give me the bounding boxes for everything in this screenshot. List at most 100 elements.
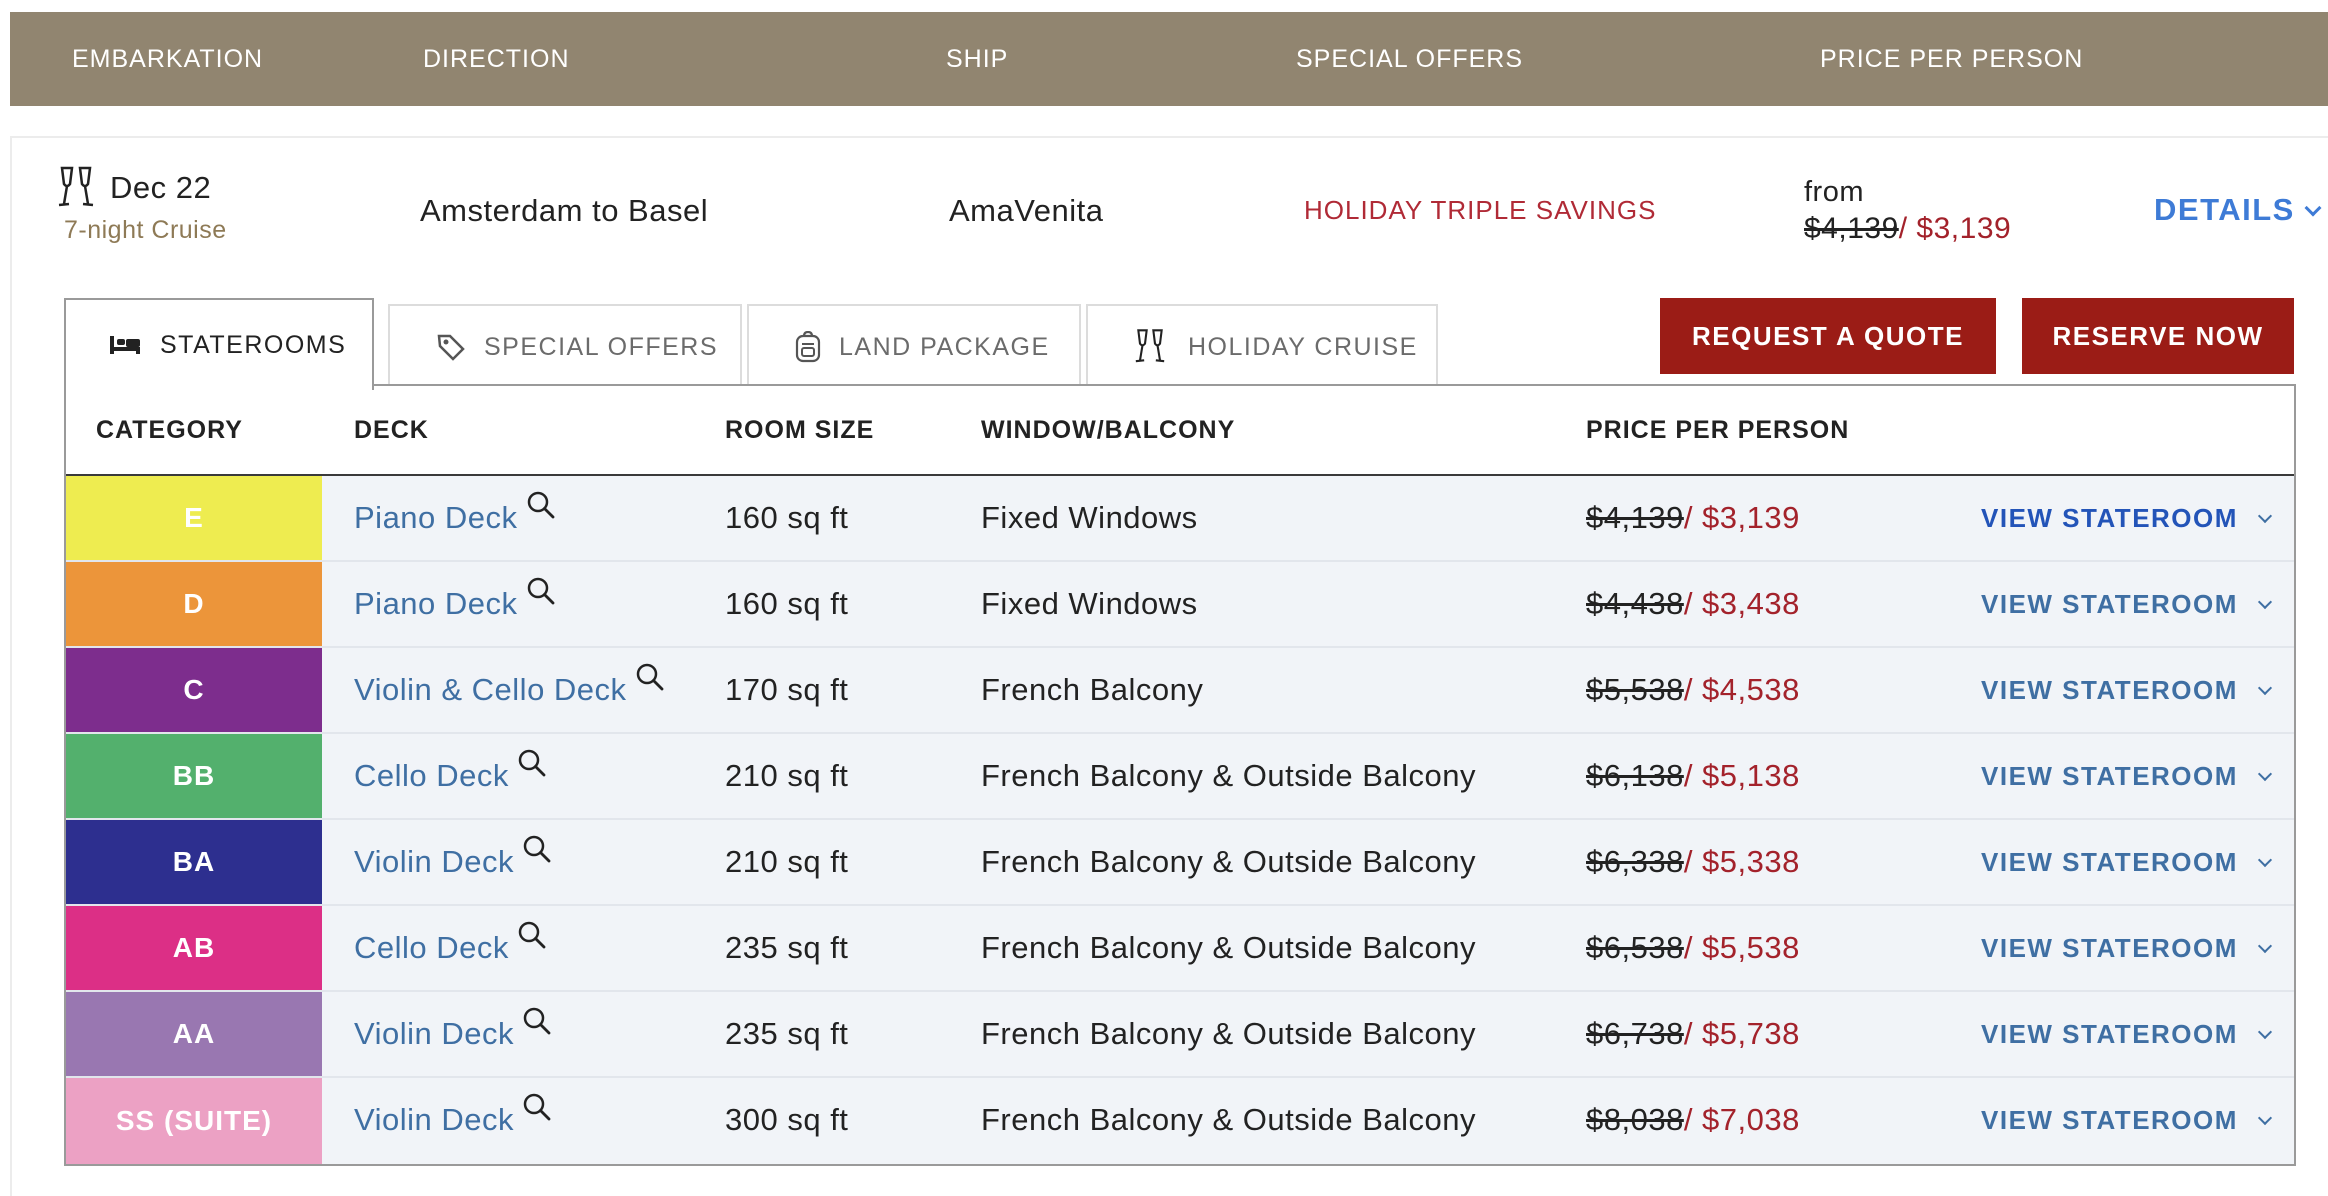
deck-name: Piano Deck: [354, 586, 518, 621]
col-category: CATEGORY: [96, 416, 243, 444]
search-icon[interactable]: [517, 920, 547, 950]
price-cell: $6,138/ $5,138: [1586, 734, 1800, 818]
window-balcony: French Balcony & Outside Balcony: [981, 758, 1477, 793]
search-icon[interactable]: [526, 576, 556, 606]
champagne-glasses-icon: [1135, 329, 1165, 363]
tab-holiday-cruise[interactable]: HOLIDAY CRUISE: [1086, 304, 1438, 388]
room-size: 235 sq ft: [725, 1016, 849, 1051]
price-old: $4,139: [1586, 500, 1684, 535]
chevron-down-icon: [2257, 680, 2272, 696]
search-icon[interactable]: [526, 490, 556, 520]
table-row: AB Cello Deck 235 sq ft French Balcony &…: [66, 906, 2294, 992]
window-balcony: French Balcony & Outside Balcony: [981, 930, 1477, 965]
category-cell: E: [66, 476, 322, 560]
search-icon[interactable]: [635, 662, 665, 692]
tab-label: LAND PACKAGE: [839, 332, 1050, 361]
col-room-size: ROOM SIZE: [725, 416, 875, 444]
deck-link[interactable]: Violin Deck: [354, 820, 552, 904]
category-cell: SS (SUITE): [66, 1078, 322, 1164]
price-old: $4,438: [1586, 586, 1684, 621]
search-icon[interactable]: [522, 834, 552, 864]
header-price-per-person[interactable]: PRICE PER PERSON: [1820, 12, 2083, 106]
tab-land-package[interactable]: LAND PACKAGE: [747, 304, 1081, 388]
view-stateroom-button[interactable]: VIEW STATEROOM: [1981, 820, 2272, 904]
price-cell: $6,738/ $5,738: [1586, 992, 1800, 1076]
deck-link[interactable]: Violin & Cello Deck: [354, 648, 665, 732]
view-stateroom-button[interactable]: VIEW STATEROOM: [1981, 1078, 2272, 1162]
window-balcony: French Balcony & Outside Balcony: [981, 1102, 1477, 1137]
table-row: C Violin & Cello Deck 170 sq ft French B…: [66, 648, 2294, 734]
deck-name: Violin Deck: [354, 1102, 515, 1137]
deck-link[interactable]: Piano Deck: [354, 562, 556, 646]
cruise-ship: AmaVenita: [949, 193, 1104, 228]
price-old: $4,139: [1804, 212, 1899, 245]
price-new: / $4,538: [1683, 672, 1800, 707]
price-new: / $3,139: [1898, 212, 2012, 245]
table-row: AA Violin Deck 235 sq ft French Balcony …: [66, 992, 2294, 1078]
tab-label: STATEROOMS: [160, 330, 347, 359]
category-cell: BB: [66, 734, 322, 818]
view-stateroom-label: VIEW STATEROOM: [1981, 1105, 2238, 1135]
price-cell: $8,038/ $7,038: [1586, 1078, 1800, 1162]
deck-name: Violin Deck: [354, 844, 515, 879]
search-icon[interactable]: [522, 1092, 552, 1122]
chevron-down-icon: [2257, 594, 2272, 610]
request-quote-button[interactable]: REQUEST A QUOTE: [1660, 298, 1996, 374]
tab-special-offers[interactable]: SPECIAL OFFERS: [388, 304, 742, 388]
view-stateroom-button[interactable]: VIEW STATEROOM: [1981, 734, 2272, 818]
room-size: 300 sq ft: [725, 1102, 849, 1137]
price-new: / $3,438: [1683, 586, 1800, 621]
view-stateroom-label: VIEW STATEROOM: [1981, 761, 2238, 791]
table-body: E Piano Deck 160 sq ft Fixed Windows $4,…: [66, 476, 2294, 1164]
price-cell: $6,538/ $5,538: [1586, 906, 1800, 990]
price-new: / $7,038: [1683, 1102, 1800, 1137]
header-ship[interactable]: SHIP: [946, 12, 1008, 106]
view-stateroom-label: VIEW STATEROOM: [1981, 933, 2238, 963]
tag-icon: [437, 334, 465, 361]
price-new: / $5,338: [1683, 844, 1800, 879]
room-size: 170 sq ft: [725, 672, 849, 707]
price-old: $6,538: [1586, 930, 1684, 965]
price-old: $6,138: [1586, 758, 1684, 793]
bed-icon: [110, 336, 140, 354]
header-special-offers[interactable]: SPECIAL OFFERS: [1296, 12, 1523, 106]
price-old: $8,038: [1586, 1102, 1684, 1137]
tab-staterooms[interactable]: STATEROOMS: [64, 298, 374, 390]
details-label: DETAILS: [2154, 192, 2295, 227]
view-stateroom-button[interactable]: VIEW STATEROOM: [1981, 648, 2272, 732]
col-price-per-person: PRICE PER PERSON: [1586, 416, 1850, 444]
price-new: / $3,139: [1683, 500, 1800, 535]
price-old: $6,738: [1586, 1016, 1684, 1051]
view-stateroom-button[interactable]: VIEW STATEROOM: [1981, 906, 2272, 990]
price-old: $5,538: [1586, 672, 1684, 707]
search-icon[interactable]: [517, 748, 547, 778]
room-size: 210 sq ft: [725, 844, 849, 879]
tab-label: SPECIAL OFFERS: [484, 332, 719, 361]
details-toggle[interactable]: DETAILS: [2154, 192, 2322, 228]
view-stateroom-button[interactable]: VIEW STATEROOM: [1981, 992, 2272, 1076]
reserve-now-button[interactable]: RESERVE NOW: [2022, 298, 2294, 374]
header-direction[interactable]: DIRECTION: [423, 12, 570, 106]
category-cell: C: [66, 648, 322, 732]
cruise-date: Dec 22: [110, 170, 212, 205]
window-balcony: Fixed Windows: [981, 586, 1198, 621]
chevron-down-icon: [2304, 199, 2322, 217]
deck-link[interactable]: Cello Deck: [354, 734, 547, 818]
deck-link[interactable]: Violin Deck: [354, 992, 552, 1076]
stateroom-table: CATEGORY DECK ROOM SIZE WINDOW/BALCONY P…: [64, 384, 2296, 1166]
view-stateroom-label: VIEW STATEROOM: [1981, 847, 2238, 877]
chevron-down-icon: [2257, 508, 2272, 524]
view-stateroom-button[interactable]: VIEW STATEROOM: [1981, 562, 2272, 646]
deck-name: Violin Deck: [354, 1016, 515, 1051]
deck-link[interactable]: Cello Deck: [354, 906, 547, 990]
table-row: BA Violin Deck 210 sq ft French Balcony …: [66, 820, 2294, 906]
view-stateroom-button[interactable]: VIEW STATEROOM: [1981, 476, 2272, 560]
deck-link[interactable]: Violin Deck: [354, 1078, 552, 1162]
price-new: / $5,138: [1683, 758, 1800, 793]
chevron-down-icon: [2257, 852, 2272, 868]
cruise-direction: Amsterdam to Basel: [420, 193, 709, 228]
view-stateroom-label: VIEW STATEROOM: [1981, 1019, 2238, 1049]
deck-link[interactable]: Piano Deck: [354, 476, 556, 560]
search-icon[interactable]: [522, 1006, 552, 1036]
header-embarkation[interactable]: EMBARKATION: [72, 12, 263, 106]
